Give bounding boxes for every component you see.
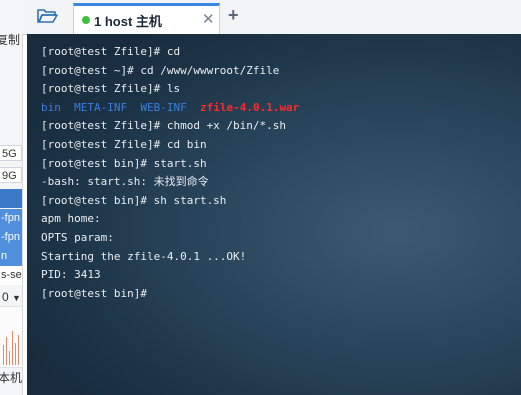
terminal-line: [root@test Zfile]# chmod +x /bin/*.sh <box>41 119 287 133</box>
ls-item: WEB-INF <box>140 100 187 114</box>
terminal-line: [root@test Zfile]# cd <box>41 45 181 58</box>
terminal-line: [root@test ~]# cd /www/wwwroot/Zfile <box>41 63 280 77</box>
mini-chart <box>0 306 22 368</box>
chart-bar <box>9 351 10 365</box>
ls-item: META-INF <box>74 100 128 114</box>
size-field-1: 5G <box>0 145 22 161</box>
tab-label: 1 host 主机 <box>94 14 162 29</box>
chart-bar <box>12 331 13 365</box>
copy-label[interactable]: 复制 <box>0 33 20 47</box>
list-item-1[interactable]: -fpn <box>0 209 22 228</box>
status-dot-icon <box>82 16 90 24</box>
selector-value[interactable]: 0 <box>2 290 9 304</box>
ls-item: zfile-4.0.1.war <box>199 100 300 114</box>
local-machine-label[interactable]: 本机 <box>0 371 22 385</box>
close-icon[interactable]: ✕ <box>202 10 215 28</box>
chart-bar <box>6 337 7 365</box>
left-panel: 复制 5G 9G -fpn -fpn n s-se 0 ▼ 本机 <box>0 0 23 395</box>
folder-icon[interactable] <box>36 7 58 25</box>
size-field-2: 9G <box>0 167 22 183</box>
terminal-line: OPTS param: <box>41 230 114 244</box>
terminal-line: Starting the zfile-4.0.1 ...OK! <box>41 249 247 263</box>
chevron-down-icon[interactable]: ▼ <box>12 291 21 305</box>
terminal-line: [root@test Zfile]# cd bin <box>41 137 207 151</box>
terminal[interactable]: [root@test Zfile]# cd [root@test ~]# cd … <box>27 34 521 395</box>
terminal-line: apm home: <box>41 212 101 226</box>
list-item-2[interactable]: -fpn <box>0 228 22 247</box>
ls-item: bin <box>41 100 61 114</box>
terminal-line: -bash: start.sh: 未找到命令 <box>41 175 209 189</box>
tab-bar: 1 host 主机 ✕ + <box>22 0 521 35</box>
chart-bar <box>15 343 16 365</box>
terminal-output: [root@test Zfile]# cd [root@test ~]# cd … <box>41 43 299 303</box>
terminal-line: PID: 3413 <box>41 268 101 282</box>
ls-output-line: bin META-INF WEB-INF zfile-4.0.1.war <box>41 99 299 118</box>
terminal-line: [root@test bin]# start.sh <box>41 156 207 170</box>
add-tab-button[interactable]: + <box>228 5 239 26</box>
list-item-4[interactable]: s-se <box>0 266 22 285</box>
terminal-line: [root@test bin]# sh start.sh <box>41 193 227 207</box>
chart-bar <box>18 335 19 365</box>
list-header <box>0 189 22 208</box>
list-item-3[interactable]: n <box>0 247 22 266</box>
tab-host[interactable]: 1 host 主机 ✕ <box>73 3 220 34</box>
chart-bar <box>3 345 4 365</box>
terminal-line: [root@test Zfile]# ls <box>41 82 181 96</box>
terminal-prompt: [root@test bin]# <box>41 286 154 300</box>
